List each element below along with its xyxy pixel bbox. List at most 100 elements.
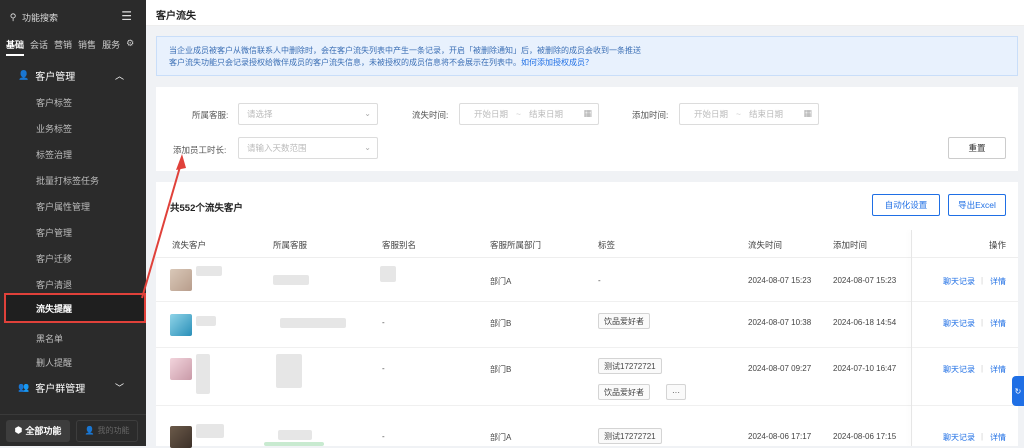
op-separator: | [981,276,984,285]
duration-placeholder: 请输入天数范围 [247,143,307,153]
tab-more-icon[interactable]: ⚙ [126,38,134,56]
calendar-icon: ▦ [583,108,592,118]
sidebar-item-customer-manage[interactable]: 客户管理 [0,222,146,242]
dept: 部门A [490,433,512,442]
owner-placeholder: 请选择 [247,109,273,119]
lost-end-date: 结束日期 [528,109,563,119]
avatar [170,269,192,291]
add-member-link[interactable]: 如何添加授权成员？ [521,58,593,67]
notice-line-2-text: 客户流失功能只会记录授权给微伴成员的客户流失信息，未被授权的成员信息将不会展示在… [169,58,521,67]
owner-name [278,430,312,440]
tab-marketing[interactable]: 营销 [54,38,72,56]
owner-badge [264,442,324,446]
date-sep: ~ [516,109,521,119]
owner-label: 所属客服: [192,110,229,120]
more-tags-button[interactable]: ··· [666,384,686,400]
sidebar-item-batch-tag[interactable]: 批量打标签任务 [0,170,146,190]
sidebar-item-clearance[interactable]: 客户清退 [0,274,146,294]
tag-chip: 测试17272721 [598,358,662,374]
col-lost-time: 流失时间 [748,240,783,250]
function-search[interactable]: ⚲ 功能搜索 ☰ [6,8,140,26]
function-search-label: 功能搜索 [22,12,59,23]
page-title: 客户流失 [156,11,196,22]
added-time-label: 添加时间: [632,110,669,120]
my-functions-button[interactable]: 👤 我的功能 [76,419,138,442]
lost-time: 2024-08-07 10:38 [748,318,812,327]
lost-time: 2024-08-06 17:17 [748,432,812,441]
dept: 部门B [490,365,512,374]
table-row: 部门A - 2024-08-07 15:23 2024-08-07 15:23 … [156,258,1018,302]
op-separator: | [981,318,984,327]
fixed-column-divider [911,230,912,446]
avatar [170,314,192,336]
menu-icon[interactable]: ☰ [121,9,132,23]
lost-time: 2024-08-07 15:23 [748,276,812,285]
table-header: 流失客户 所属客服 客服别名 客服所属部门 标签 流失时间 添加时间 操作 [156,230,1018,258]
chat-record-link[interactable]: 聊天记录 [943,276,975,287]
added-time: 2024-08-06 17:15 [833,432,897,441]
sidebar-item-customer-tags[interactable]: 客户标签 [0,92,146,112]
sidebar-group-label: 客户管理 [35,71,76,83]
sidebar-group2-label: 客户群管理 [35,383,86,395]
automation-settings-button[interactable]: 自动化设置 [872,194,940,216]
churn-list: 共552个流失客户 自动化设置 导出Excel 流失客户 所属客服 客服别名 客… [156,182,1018,448]
detail-link[interactable]: 详情 [990,318,1006,329]
tag-chip: 测试17272721 [598,428,662,444]
sidebar-item-delete-alert[interactable]: 删人提醒 [0,352,146,372]
sidebar-item-business-tags[interactable]: 业务标签 [0,118,146,138]
duration-input[interactable]: 请输入天数范围 ⌄ [238,137,378,159]
help-icon: ↻ [1014,386,1022,396]
added-end-date: 结束日期 [748,109,783,119]
notice-line-1: 当企业成员被客户从微信联系人中删除时，会在客户流失列表中产生一条记录，开启「被删… [169,46,641,55]
customer-name [196,424,224,438]
tab-sales[interactable]: 销售 [78,38,96,56]
chevron-down-icon: ⌄ [364,109,371,118]
sidebar-group-customer-group[interactable]: 👥 客户群管理 ﹀ [0,378,146,396]
owner-name [273,275,309,285]
lost-time: 2024-08-07 09:27 [748,364,812,373]
col-tags: 标签 [598,240,616,250]
sidebar-group-customer[interactable]: 👤 客户管理 ︿ [0,66,146,84]
export-excel-button[interactable]: 导出Excel [948,194,1006,216]
all-functions-button[interactable]: ⬢ 全部功能 [6,419,70,442]
owner-select[interactable]: 请选择 ⌄ [238,103,378,125]
sidebar-item-churn-alert[interactable]: 流失提醒 [4,293,146,323]
chevron-down-icon: ⌄ [364,143,371,152]
duration-label: 添加员工时长: [173,145,227,155]
calendar-icon: ▦ [803,108,812,118]
tab-service[interactable]: 服务 [102,38,120,56]
sidebar-item-tag-governance[interactable]: 标签治理 [0,144,146,164]
chat-record-link[interactable]: 聊天记录 [943,318,975,329]
chevron-up-icon: ︿ [114,70,124,81]
chat-record-link[interactable]: 聊天记录 [943,364,975,375]
notice-line-2: 客户流失功能只会记录授权给微伴成员的客户流失信息，未被授权的成员信息将不会展示在… [169,57,1005,69]
sidebar-item-migration[interactable]: 客户迁移 [0,248,146,268]
filter-panel: 所属客服: 请选择 ⌄ 流失时间: 开始日期 ~ 结束日期 ▦ 添加时间: 开始… [156,87,1018,171]
my-functions-label: 我的功能 [97,426,130,435]
tab-basic[interactable]: 基础 [6,38,25,56]
group-icon: 👥 [18,381,30,392]
owner-name [276,354,302,388]
col-owner: 所属客服 [273,240,308,250]
detail-link[interactable]: 详情 [990,364,1006,375]
tags: - [598,276,601,285]
dept: 部门A [490,277,512,286]
lost-time-range[interactable]: 开始日期 ~ 结束日期 ▦ [459,103,599,125]
sidebar-tabs: 基础 会话 营销 销售 服务 ⚙ [6,38,134,56]
sidebar-item-attributes[interactable]: 客户属性管理 [0,196,146,216]
added-time: 2024-08-07 15:23 [833,276,897,285]
alias [380,266,396,282]
added-time-range[interactable]: 开始日期 ~ 结束日期 ▦ [679,103,819,125]
customer-name [196,354,210,394]
sidebar-item-blacklist[interactable]: 黑名单 [0,328,146,348]
detail-link[interactable]: 详情 [990,276,1006,287]
list-title: 共552个流失客户 [170,203,243,214]
chat-record-link[interactable]: 聊天记录 [943,432,975,443]
reset-button[interactable]: 重置 [948,137,1006,159]
floating-help-button[interactable]: ↻ [1012,376,1024,406]
alias: - [382,318,385,327]
tab-chat[interactable]: 会话 [30,38,48,56]
col-alias: 客服别名 [382,240,417,250]
detail-link[interactable]: 详情 [990,432,1006,443]
notice-banner: 当企业成员被客户从微信联系人中删除时，会在客户流失列表中产生一条记录，开启「被删… [156,36,1018,76]
